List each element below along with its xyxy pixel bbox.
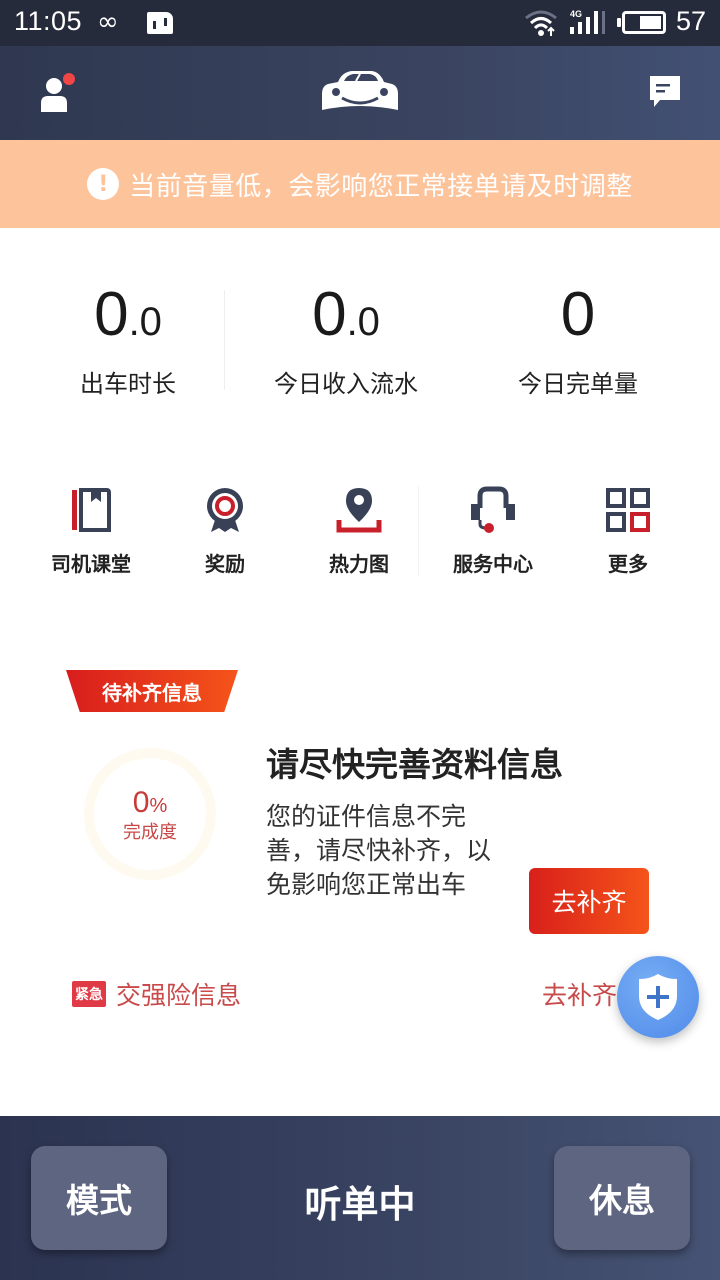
urgent-badge: 紧急 — [72, 981, 106, 1007]
menu-more[interactable]: 更多 — [561, 480, 695, 577]
medal-icon — [207, 488, 243, 532]
message-icon[interactable] — [648, 74, 682, 110]
pending-info-tag: 待补齐信息 — [66, 670, 238, 712]
stat-label: 今日完单量 — [518, 370, 638, 398]
wifi-icon — [525, 10, 557, 36]
menu-driver-class[interactable]: 司机课堂 — [24, 480, 158, 577]
urgent-item-row[interactable]: 紧急 交强险信息 — [72, 976, 241, 1012]
stat-value: 0 — [560, 280, 596, 349]
menu-heatmap[interactable]: 热力图 — [292, 480, 426, 577]
sd-card-icon — [147, 12, 173, 34]
complete-info-button[interactable]: 去补齐 — [529, 868, 649, 934]
stat-today-income[interactable]: 0.0 今日收入流水 — [226, 270, 466, 399]
top-nav-bar — [0, 46, 720, 140]
completion-label: 完成度 — [123, 822, 177, 843]
headset-icon — [471, 486, 515, 533]
book-icon — [72, 488, 111, 532]
user-profile-icon[interactable] — [38, 72, 80, 114]
stat-driving-hours[interactable]: 0.0 出车时长 — [8, 270, 248, 399]
stat-label: 今日收入流水 — [274, 370, 418, 398]
bottom-bar: 模式 听单中 休息 — [0, 1116, 720, 1280]
divider — [224, 290, 225, 390]
safety-shield-button[interactable] — [617, 956, 699, 1038]
urgent-item-label: 交强险信息 — [116, 981, 242, 1010]
listening-status: 听单中 — [304, 1183, 416, 1226]
infinity-icon: ∞ — [97, 7, 119, 37]
completion-percent: 0% — [132, 786, 168, 819]
map-pin-icon — [336, 488, 382, 533]
shield-plus-icon — [639, 974, 677, 1020]
car-logo-icon — [322, 71, 398, 110]
quick-menu: 司机课堂 奖励 热力图 服务中心 更多 — [0, 480, 720, 590]
volume-warning-banner[interactable]: ! 当前音量低，会影响您正常接单请及时调整 — [0, 140, 720, 228]
stat-label: 出车时长 — [80, 370, 176, 398]
cell-signal-icon: 4G — [570, 9, 605, 34]
alert-icon: ! — [87, 168, 120, 200]
card-description: 您的证件信息不完善，请尽快补齐，以免影响您正常出车 — [266, 802, 492, 899]
stat-value: 0.0 — [312, 280, 380, 349]
mode-button[interactable]: 模式 — [31, 1146, 167, 1250]
status-bar: 11:05 ∞ 4G 57 — [0, 0, 720, 46]
completion-progress-ring: 0% 完成度 — [84, 748, 216, 880]
stat-today-orders[interactable]: 0 今日完单量 — [458, 270, 698, 399]
urgent-complete-link[interactable]: 去补齐 — [542, 976, 617, 1012]
network-type-label: 4G — [570, 9, 582, 19]
stat-value: 0.0 — [94, 280, 162, 349]
divider — [418, 486, 419, 576]
menu-rewards[interactable]: 奖励 — [158, 480, 292, 577]
status-time: 11:05 — [14, 6, 83, 36]
grid-icon — [606, 488, 650, 532]
battery-icon — [617, 11, 666, 34]
card-title: 请尽快完善资料信息 — [266, 745, 563, 784]
banner-text: 当前音量低，会影响您正常接单请及时调整 — [129, 171, 633, 202]
notification-dot — [63, 73, 75, 85]
stats-section: 0.0 出车时长 0.0 今日收入流水 0 今日完单量 — [0, 270, 720, 400]
battery-percent: 57 — [676, 6, 707, 36]
rest-button[interactable]: 休息 — [554, 1146, 690, 1250]
menu-service-center[interactable]: 服务中心 — [426, 480, 560, 577]
